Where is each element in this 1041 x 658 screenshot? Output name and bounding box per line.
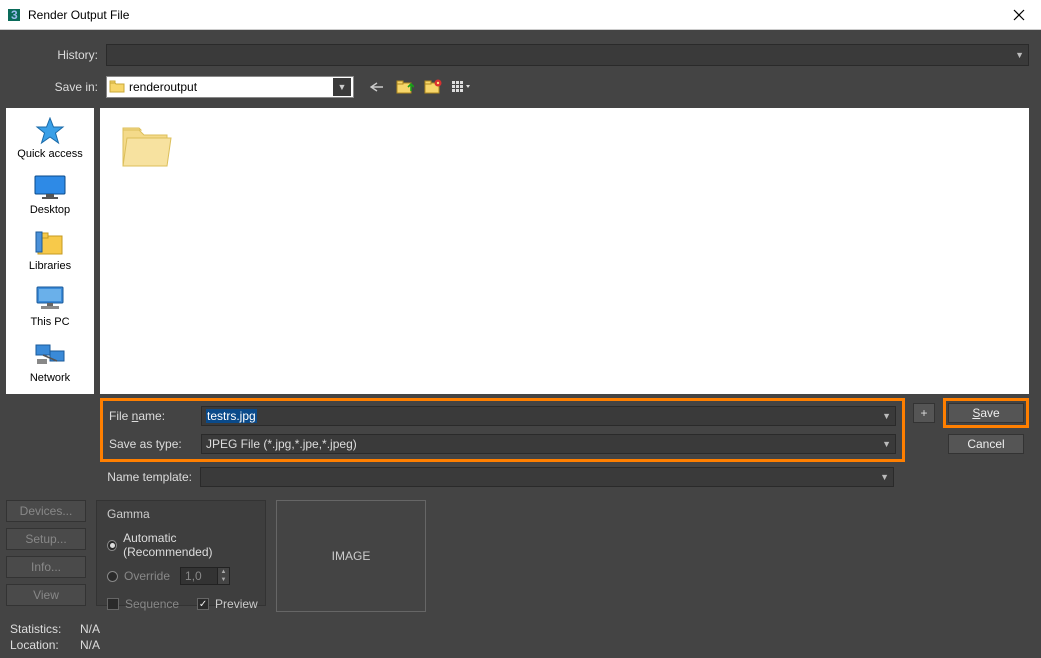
- devices-button[interactable]: Devices...: [6, 500, 86, 522]
- new-folder-button[interactable]: [422, 76, 444, 98]
- save-button-highlight: Save: [943, 398, 1029, 428]
- saveastype-dropdown[interactable]: JPEG File (*.jpg,*.jpe,*.jpeg) ▼: [201, 434, 896, 454]
- history-dropdown[interactable]: ▼: [106, 44, 1029, 66]
- main-area: Quick access Desktop Libraries This PC N…: [6, 108, 1029, 394]
- savein-label: Save in:: [6, 80, 106, 94]
- places-bar: Quick access Desktop Libraries This PC N…: [6, 108, 94, 394]
- savein-value: renderoutput: [129, 80, 333, 94]
- app-icon: 3: [6, 7, 22, 23]
- gamma-title: Gamma: [107, 507, 255, 521]
- place-label: Quick access: [17, 148, 82, 160]
- bottom-section: Devices... Setup... Info... View Gamma A…: [6, 500, 1029, 612]
- place-this-pc[interactable]: This PC: [6, 284, 94, 328]
- window-title: Render Output File: [28, 8, 997, 22]
- cancel-button[interactable]: Cancel: [948, 434, 1024, 454]
- info-button[interactable]: Info...: [6, 556, 86, 578]
- file-list-area[interactable]: [100, 108, 1029, 394]
- filename-label: File name:: [109, 409, 201, 423]
- name-template-row: Name template: ▼: [100, 466, 1029, 488]
- quick-access-icon: [32, 116, 68, 146]
- left-buttons: Devices... Setup... Info... View: [6, 500, 86, 612]
- savein-combobox[interactable]: renderoutput ▼: [106, 76, 354, 98]
- filename-row: File name: testrs.jpg ▼: [109, 405, 896, 427]
- network-icon: [32, 340, 68, 370]
- spinner-buttons[interactable]: ▲▼: [217, 568, 229, 584]
- setup-button[interactable]: Setup...: [6, 528, 86, 550]
- save-button[interactable]: Save: [948, 403, 1024, 423]
- image-preview-box: IMAGE: [276, 500, 426, 612]
- place-network[interactable]: Network: [6, 340, 94, 384]
- radio-off-icon: [107, 571, 118, 582]
- filename-input[interactable]: testrs.jpg ▼: [201, 406, 896, 426]
- place-quick-access[interactable]: Quick access: [6, 116, 94, 160]
- gamma-override-label: Override: [124, 569, 170, 583]
- gamma-automatic-label: Automatic (Recommended): [123, 531, 255, 559]
- saveastype-value: JPEG File (*.jpg,*.jpe,*.jpeg): [206, 437, 357, 451]
- libraries-icon: [32, 228, 68, 258]
- location-value: N/A: [80, 638, 100, 652]
- render-output-file-dialog: 3 Render Output File History: ▼ Save in:…: [0, 0, 1041, 656]
- this-pc-icon: [32, 284, 68, 314]
- place-label: Network: [30, 372, 70, 384]
- savein-row: Save in: renderoutput ▼: [6, 74, 1029, 100]
- stats-area: Statistics: N/A Location: N/A: [10, 622, 1029, 652]
- preview-checkbox[interactable]: ✓ Preview: [197, 597, 258, 611]
- place-label: This PC: [30, 316, 69, 328]
- radio-on-icon: [107, 540, 117, 551]
- chevron-down-icon: ▼: [1015, 50, 1024, 60]
- sequence-checkbox[interactable]: Sequence: [107, 597, 179, 611]
- preview-label: Preview: [215, 597, 258, 611]
- view-menu-button[interactable]: [450, 76, 472, 98]
- name-template-label: Name template:: [100, 470, 200, 484]
- up-one-level-button[interactable]: [394, 76, 416, 98]
- chevron-down-icon: ▼: [882, 411, 891, 421]
- filename-value: testrs.jpg: [206, 409, 257, 423]
- place-desktop[interactable]: Desktop: [6, 172, 94, 216]
- checkbox-checked-icon: ✓: [197, 598, 209, 610]
- dialog-body: History: ▼ Save in: renderoutput ▼: [0, 30, 1041, 658]
- close-button[interactable]: [997, 0, 1041, 29]
- folder-item[interactable]: [110, 118, 182, 172]
- saveastype-row: Save as type: JPEG File (*.jpg,*.jpe,*.j…: [109, 433, 896, 455]
- sequence-label: Sequence: [125, 597, 179, 611]
- image-placeholder-label: IMAGE: [332, 549, 371, 563]
- history-row: History: ▼: [6, 42, 1029, 68]
- chevron-down-icon: ▼: [333, 78, 351, 96]
- history-label: History:: [6, 48, 106, 62]
- chevron-down-icon: ▼: [880, 472, 889, 482]
- folder-toolbar: [366, 76, 472, 98]
- filename-type-group: File name: testrs.jpg ▼ Save as type: JP…: [100, 398, 905, 462]
- gamma-override-value[interactable]: 1,0 ▲▼: [180, 567, 230, 585]
- saveastype-label: Save as type:: [109, 437, 201, 451]
- place-label: Libraries: [29, 260, 71, 272]
- gamma-override-radio[interactable]: Override 1,0 ▲▼: [107, 567, 255, 585]
- checkbox-unchecked-icon: [107, 598, 119, 610]
- gamma-group: Gamma Automatic (Recommended) Override 1…: [96, 500, 266, 606]
- titlebar: 3 Render Output File: [0, 0, 1041, 30]
- statistics-value: N/A: [80, 622, 100, 636]
- place-label: Desktop: [30, 204, 70, 216]
- view-button[interactable]: View: [6, 584, 86, 606]
- gamma-automatic-radio[interactable]: Automatic (Recommended): [107, 531, 255, 559]
- add-path-button[interactable]: +: [913, 403, 935, 423]
- folder-icon: [109, 79, 125, 96]
- location-label: Location:: [10, 638, 80, 652]
- place-libraries[interactable]: Libraries: [6, 228, 94, 272]
- desktop-icon: [32, 172, 68, 202]
- chevron-down-icon: ▼: [882, 439, 891, 449]
- folder-icon: [117, 118, 175, 172]
- back-button[interactable]: [366, 76, 388, 98]
- name-template-dropdown[interactable]: ▼: [200, 467, 894, 487]
- svg-text:3: 3: [11, 8, 18, 22]
- statistics-label: Statistics:: [10, 622, 80, 636]
